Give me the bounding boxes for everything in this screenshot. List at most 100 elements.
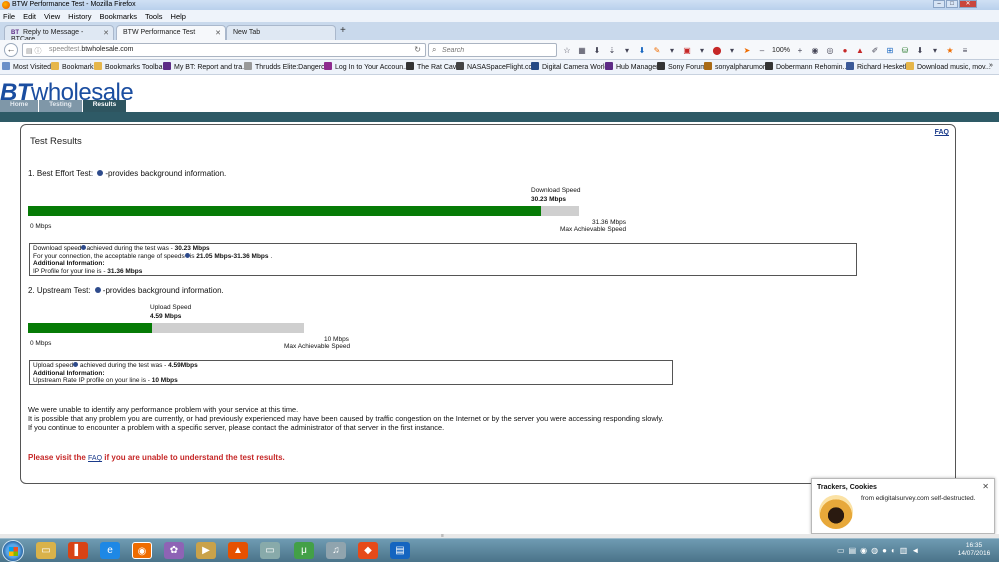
app-icon[interactable]: ◆ bbox=[358, 542, 378, 559]
lastpass-icon[interactable]: ● bbox=[840, 45, 850, 56]
screenshot-icon[interactable]: ⊞ bbox=[885, 45, 895, 56]
bookmark-download-music[interactable]: Download music, mov... bbox=[906, 62, 991, 71]
bookmark-dobermann-rehoming[interactable]: Dobermann Rehomin... bbox=[765, 62, 848, 71]
search-input[interactable] bbox=[442, 45, 552, 55]
bookmark-log-in[interactable]: Log In to Your Accoun... bbox=[324, 62, 409, 71]
nav-testing[interactable]: Testing bbox=[39, 100, 82, 112]
menu-tools[interactable]: Tools bbox=[145, 12, 163, 21]
cursor-icon[interactable]: ➤ bbox=[742, 45, 752, 56]
bookmark-nasaspaceflight[interactable]: NASASpaceFlight.com bbox=[456, 62, 538, 71]
close-window-button[interactable]: ✕ bbox=[959, 0, 977, 8]
back-arrow-icon[interactable]: ← bbox=[4, 43, 18, 57]
faq-link[interactable]: FAQ bbox=[935, 129, 949, 136]
search-bar[interactable]: ⌕ bbox=[428, 43, 557, 57]
hamburger-menu-icon[interactable]: ≡ bbox=[960, 45, 970, 56]
bookmarks-list-icon[interactable]: ▦ bbox=[577, 45, 587, 56]
extension-flag-icon[interactable]: ▲ bbox=[855, 45, 865, 56]
explosion-icon bbox=[819, 495, 853, 529]
page-info-icon[interactable]: ▤ ⓘ bbox=[26, 46, 42, 56]
close-tab-icon[interactable]: ✕ bbox=[215, 29, 221, 37]
internet-explorer-icon[interactable]: e bbox=[100, 542, 120, 559]
media-player-icon[interactable]: ▶ bbox=[196, 542, 216, 559]
utorrent-icon[interactable]: μ bbox=[294, 542, 314, 559]
menu-edit[interactable]: Edit bbox=[23, 12, 36, 21]
navigation-toolbar: ← ▤ ⓘ speedtest.btwholesale.com ↻ ⌕ ☆ ▦ … bbox=[0, 40, 999, 60]
bookmark-richard-hesketh[interactable]: Richard Hesketh bbox=[846, 62, 909, 71]
zoom-in-icon[interactable]: + bbox=[795, 45, 805, 56]
menu-view[interactable]: View bbox=[44, 12, 60, 21]
bookmark-hub-manager[interactable]: Hub Manager bbox=[605, 62, 658, 71]
photos-icon[interactable]: ✿ bbox=[164, 542, 184, 559]
close-notification-icon[interactable]: ✕ bbox=[982, 482, 989, 491]
bookmark-digital-camera-world[interactable]: Digital Camera World bbox=[531, 62, 608, 71]
eye-icon[interactable]: ◎ bbox=[825, 45, 835, 56]
extension-pen-icon[interactable]: ✎ bbox=[652, 45, 662, 56]
dropdown-icon[interactable]: ▾ bbox=[930, 45, 940, 56]
itunes-icon[interactable]: ♫ bbox=[326, 542, 346, 559]
pocket-save-icon[interactable]: ⬇ bbox=[637, 45, 647, 56]
address-bar[interactable]: ▤ ⓘ speedtest.btwholesale.com ↻ bbox=[22, 43, 426, 57]
bookmarks-overflow-icon[interactable]: » bbox=[989, 62, 993, 69]
info-icon[interactable] bbox=[94, 287, 101, 293]
network-tray-icon[interactable]: ▥ bbox=[900, 546, 908, 555]
faq-inline-link[interactable]: FAQ bbox=[88, 455, 102, 462]
file-explorer-icon[interactable]: ▭ bbox=[36, 542, 56, 559]
bookmark-bookmarks-toolbar[interactable]: Bookmarks Toolbar bbox=[94, 62, 165, 71]
tray-icon[interactable]: ● bbox=[882, 546, 887, 555]
extension-box-icon[interactable]: ▣ bbox=[682, 45, 692, 56]
nav-results[interactable]: Results bbox=[82, 100, 127, 112]
taskbar-clock[interactable]: 16:35 14/07/2016 bbox=[954, 542, 994, 558]
menu-bookmarks[interactable]: Bookmarks bbox=[100, 12, 138, 21]
zoom-level[interactable]: 100% bbox=[772, 45, 790, 56]
bookmark-star-icon[interactable]: ☆ bbox=[562, 45, 572, 56]
extension-star-icon[interactable]: ★ bbox=[945, 45, 955, 56]
menu-history[interactable]: History bbox=[68, 12, 91, 21]
reload-icon[interactable]: ↻ bbox=[414, 45, 421, 54]
dropdown-icon[interactable]: ▾ bbox=[667, 45, 677, 56]
pencil-icon[interactable]: ✐ bbox=[870, 45, 880, 56]
bookmark-bookmarks[interactable]: Bookmarks bbox=[51, 62, 97, 71]
dropdown-icon[interactable]: ▾ bbox=[697, 45, 707, 56]
firefox-taskbar-icon[interactable]: ◉ bbox=[132, 542, 152, 559]
zoom-out-icon[interactable]: – bbox=[757, 45, 767, 56]
start-button[interactable] bbox=[2, 540, 24, 562]
network-icon[interactable]: ▭ bbox=[260, 542, 280, 559]
office-icon[interactable]: ▌ bbox=[68, 542, 88, 559]
new-tab-button[interactable]: + bbox=[340, 25, 346, 36]
bookmark-sony-forum[interactable]: Sony Forum bbox=[657, 62, 706, 71]
tray-icon[interactable]: ◉ bbox=[860, 546, 867, 555]
tray-icon[interactable]: ▭ bbox=[837, 546, 845, 555]
monitor-app-icon[interactable]: ▤ bbox=[390, 542, 410, 559]
tray-icon[interactable]: ◍ bbox=[871, 546, 878, 555]
bookmark-my-bt[interactable]: My BT: Report and tra... bbox=[163, 62, 248, 71]
minimize-button[interactable]: – bbox=[933, 0, 945, 8]
extension-green-icon[interactable]: ⛁ bbox=[900, 45, 910, 56]
menu-help[interactable]: Help bbox=[171, 12, 186, 21]
tracker-notification[interactable]: Trackers, Cookies ✕ from edigitalsurvey.… bbox=[811, 478, 995, 534]
notification-title: Trackers, Cookies bbox=[817, 484, 877, 491]
maximize-button[interactable]: □ bbox=[946, 0, 958, 8]
dropdown-icon[interactable]: ▾ bbox=[727, 45, 737, 56]
tab-btw-performance-test[interactable]: BTW Performance Test ✕ bbox=[116, 25, 226, 40]
download-arrow-icon[interactable]: ⬇ bbox=[592, 45, 602, 56]
tray-icon[interactable]: ▤ bbox=[849, 546, 857, 555]
volume-icon[interactable]: ◄ bbox=[911, 546, 919, 555]
bookmark-thrudds-elite[interactable]: Thrudds Elite:Dangero... bbox=[244, 62, 331, 71]
tray-icon[interactable]: ◐ bbox=[891, 546, 896, 555]
info-icon[interactable] bbox=[97, 170, 104, 176]
nav-home[interactable]: Home bbox=[0, 100, 39, 112]
page-icon bbox=[456, 62, 464, 70]
adblock-icon[interactable]: ⬤ bbox=[712, 45, 722, 56]
ghost-icon[interactable]: ◉ bbox=[810, 45, 820, 56]
bookmark-sonyalpharumors[interactable]: sonyalpharumors bbox=[704, 62, 769, 71]
download-manager-icon[interactable]: ⬇ bbox=[915, 45, 925, 56]
menu-file[interactable]: File bbox=[3, 12, 15, 21]
tab-new-tab[interactable]: New Tab bbox=[226, 25, 336, 40]
downloads-icon[interactable]: ⇣ bbox=[607, 45, 617, 56]
bookmark-most-visited[interactable]: Most Visited bbox=[2, 62, 51, 71]
tab-reply-to-message[interactable]: BTReply to Message - BTCare... ✕ bbox=[4, 25, 114, 43]
dropdown-icon[interactable]: ▾ bbox=[622, 45, 632, 56]
close-tab-icon[interactable]: ✕ bbox=[103, 29, 109, 37]
bookmark-rat-cave[interactable]: The Rat Cave bbox=[406, 62, 460, 71]
vlc-icon[interactable]: ▲ bbox=[228, 542, 248, 559]
